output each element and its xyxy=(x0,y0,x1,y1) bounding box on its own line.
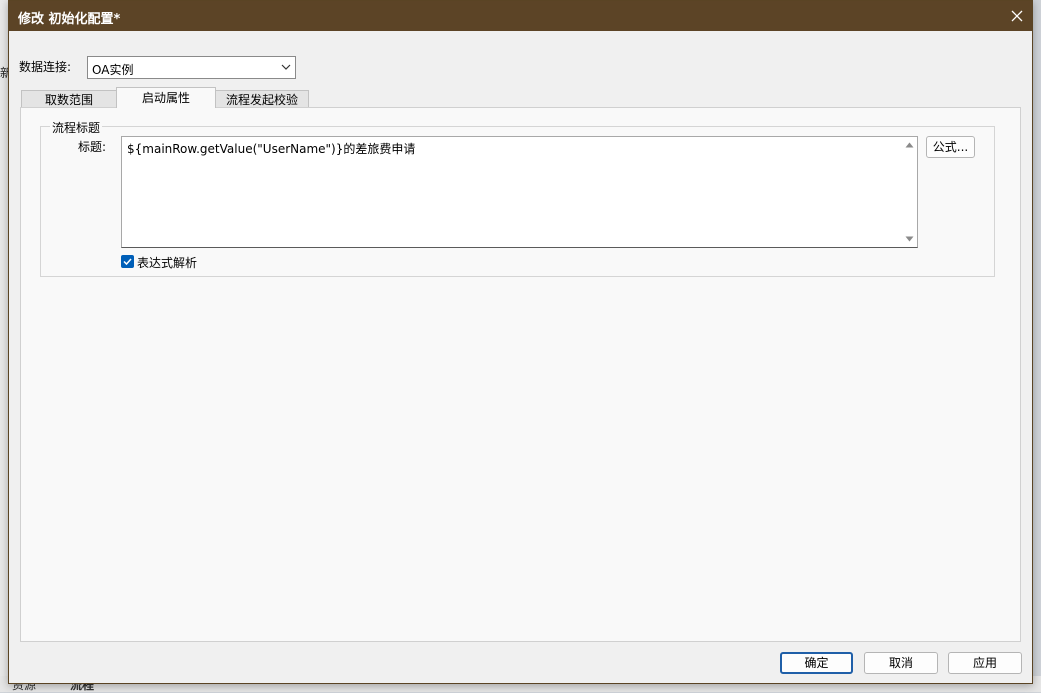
checkmark-icon xyxy=(123,258,132,266)
apply-button[interactable]: 应用 xyxy=(948,652,1022,674)
tab-panel: 流程标题 标题: ${mainRow.getValue("UserName")}… xyxy=(20,107,1021,642)
expression-parse-label[interactable]: 表达式解析 xyxy=(137,254,197,271)
data-connection-select[interactable]: OA实例 xyxy=(87,56,296,79)
title-expression-text: ${mainRow.getValue("UserName")}的差旅费申请 xyxy=(127,142,416,156)
close-button[interactable] xyxy=(1002,1,1032,31)
group-legend: 流程标题 xyxy=(50,119,103,136)
title-label: 标题: xyxy=(78,140,107,154)
dialog-title: 修改 初始化配置* xyxy=(18,12,121,27)
dialog-titlebar[interactable]: 修改 初始化配置* xyxy=(9,1,1032,31)
cancel-button[interactable]: 取消 xyxy=(864,652,938,674)
close-icon xyxy=(1011,10,1023,22)
scroll-down-arrow-icon[interactable] xyxy=(905,236,914,242)
tab-start-properties[interactable]: 启动属性 xyxy=(116,87,216,108)
expression-parse-checkbox[interactable] xyxy=(121,255,134,268)
process-title-group: 流程标题 标题: ${mainRow.getValue("UserName")}… xyxy=(40,119,995,277)
data-connection-label: 数据连接: xyxy=(19,60,72,74)
title-textarea[interactable]: ${mainRow.getValue("UserName")}的差旅费申请 xyxy=(121,136,918,248)
chevron-down-icon xyxy=(281,64,291,70)
formula-button[interactable]: 公式... xyxy=(926,136,975,158)
data-connection-value: OA实例 xyxy=(92,63,134,77)
edit-config-dialog: 修改 初始化配置* 数据连接: OA实例 取数范围 启动属性 流程发起校验 流程… xyxy=(8,0,1033,684)
scroll-up-arrow-icon[interactable] xyxy=(905,142,914,148)
ok-button[interactable]: 确定 xyxy=(780,652,853,674)
